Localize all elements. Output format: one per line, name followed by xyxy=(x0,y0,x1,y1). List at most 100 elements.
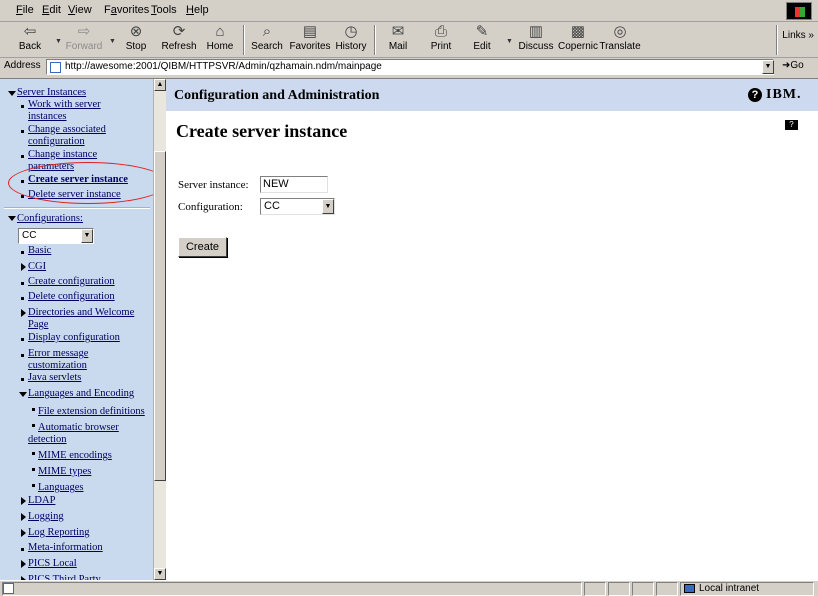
status-bar: Local intranet xyxy=(0,580,818,596)
nav-directories-welcome-2[interactable]: Page xyxy=(28,319,48,331)
nav-change-associated-config-2[interactable]: configuration xyxy=(28,136,85,148)
refresh-button[interactable]: ⟳ Refresh xyxy=(157,23,201,57)
nav-mime-types[interactable]: MIME types xyxy=(38,466,91,478)
nav-file-extension[interactable]: File extension definitions xyxy=(38,406,145,418)
server-instances-heading[interactable]: Server Instances xyxy=(17,87,86,99)
copernic-button[interactable]: ▩ Copernic xyxy=(556,23,600,57)
nav-delete-configuration[interactable]: Delete configuration xyxy=(28,291,115,303)
status-pane xyxy=(608,582,630,596)
nav-display-configuration[interactable]: Display configuration xyxy=(28,332,120,344)
scroll-up-icon[interactable]: ▲ xyxy=(154,79,166,91)
nav-meta-information[interactable]: Meta-information xyxy=(28,542,103,554)
home-button[interactable]: ⌂ Home xyxy=(198,23,242,57)
nav-languages-encoding[interactable]: Languages and Encoding xyxy=(28,388,134,400)
menu-tools[interactable]: Tools xyxy=(151,4,177,16)
bullet-icon xyxy=(21,378,24,381)
nav-mime-encodings[interactable]: MIME encodings xyxy=(38,450,112,462)
search-button[interactable]: ⌕ Search xyxy=(245,23,289,57)
edit-dropdown-icon[interactable]: ▼ xyxy=(506,38,513,45)
menu-file[interactable]: File xyxy=(16,4,34,16)
refresh-icon: ⟳ xyxy=(172,23,186,40)
nav-cgi[interactable]: CGI xyxy=(28,261,46,273)
server-instance-label: Server instance: xyxy=(178,179,249,191)
nav-automatic-browser-2[interactable]: detection xyxy=(28,434,66,446)
help-icon[interactable]: ? xyxy=(748,88,762,102)
expand-ldap-icon[interactable] xyxy=(21,497,26,505)
menu-favorites[interactable]: Favorites xyxy=(104,4,149,16)
menu-view[interactable]: View xyxy=(68,4,92,16)
edit-button[interactable]: ✎ Edit xyxy=(460,23,504,57)
printer-icon: ⎙ xyxy=(434,23,447,40)
go-button[interactable]: ➜Go xyxy=(782,60,804,71)
discuss-button[interactable]: ▥ Discuss xyxy=(514,23,558,57)
menu-help[interactable]: Help xyxy=(186,4,209,16)
bullet-icon xyxy=(21,195,24,198)
expand-directories-icon[interactable] xyxy=(21,309,26,317)
menu-edit[interactable]: Edit xyxy=(42,4,61,16)
sidebar-divider xyxy=(4,207,150,209)
favorites-button[interactable]: ▤ Favorites xyxy=(288,23,332,57)
address-input[interactable]: http://awesome:2001/QIBM/HTTPSVR/Admin/q… xyxy=(46,59,774,75)
nav-create-configuration[interactable]: Create configuration xyxy=(28,276,115,288)
print-button[interactable]: ⎙ Print xyxy=(419,23,463,57)
nav-languages[interactable]: Languages xyxy=(38,482,83,494)
header-title: Configuration and Administration xyxy=(174,88,380,103)
page-icon xyxy=(50,62,61,73)
create-button[interactable]: Create xyxy=(178,237,227,257)
nav-change-instance-parameters[interactable]: Change instance xyxy=(28,149,97,161)
nav-log-reporting[interactable]: Log Reporting xyxy=(28,527,90,539)
back-button[interactable]: ⇦ Back xyxy=(8,23,52,57)
server-instance-input[interactable]: NEW xyxy=(260,176,328,193)
bullet-icon xyxy=(32,452,35,455)
nav-create-server-instance[interactable]: Create server instance xyxy=(28,174,128,186)
configuration-label: Configuration: xyxy=(178,201,243,213)
history-button[interactable]: ◷ History xyxy=(329,23,373,57)
translate-button[interactable]: ◎ Translate xyxy=(598,23,642,57)
bullet-icon xyxy=(21,155,24,158)
forward-button[interactable]: ⇨ Forward xyxy=(62,23,106,57)
stop-button[interactable]: ⊗ Stop xyxy=(114,23,158,57)
configurations-heading[interactable]: Configurations: xyxy=(17,213,83,225)
nav-ldap[interactable]: LDAP xyxy=(28,495,55,507)
links-button[interactable]: Links » xyxy=(782,30,814,41)
back-dropdown-icon[interactable]: ▼ xyxy=(55,38,62,45)
expand-logging-icon[interactable] xyxy=(21,513,26,521)
nav-pics-local[interactable]: PICS Local xyxy=(28,558,77,570)
nav-java-servlets[interactable]: Java servlets xyxy=(28,372,81,384)
ibm-logo: IBM. xyxy=(766,87,802,102)
toolbar-separator xyxy=(776,25,778,55)
mail-icon: ✉ xyxy=(391,23,405,40)
field-help-icon[interactable]: ? xyxy=(785,120,798,130)
nav-change-instance-parameters-2[interactable]: parameters xyxy=(28,161,74,173)
nav-error-message[interactable]: Error message xyxy=(28,348,88,360)
nav-logging[interactable]: Logging xyxy=(28,511,64,523)
bullet-icon xyxy=(32,408,35,411)
sidebar-scrollbar[interactable]: ▲ ▼ xyxy=(153,79,166,581)
expand-cgi-icon[interactable] xyxy=(21,263,26,271)
expand-pics-local-icon[interactable] xyxy=(21,560,26,568)
configuration-select[interactable]: CC ▼ xyxy=(18,228,94,244)
expand-server-instances-icon[interactable] xyxy=(8,91,16,96)
scroll-thumb[interactable] xyxy=(154,151,166,481)
configuration-dropdown[interactable]: CC ▼ xyxy=(260,198,335,215)
status-pane xyxy=(656,582,678,596)
scroll-down-icon[interactable]: ▼ xyxy=(154,568,166,580)
nav-error-message-2[interactable]: customization xyxy=(28,360,87,372)
address-bar: Address http://awesome:2001/QIBM/HTTPSVR… xyxy=(0,58,818,76)
address-dropdown-icon[interactable]: ▼ xyxy=(762,60,774,74)
nav-directories-welcome[interactable]: Directories and Welcome xyxy=(28,307,134,319)
content-header: Configuration and Administration ? IBM. xyxy=(166,79,818,111)
nav-change-associated-config[interactable]: Change associated xyxy=(28,124,106,136)
expand-configurations-icon[interactable] xyxy=(8,216,16,221)
nav-basic[interactable]: Basic xyxy=(28,245,51,257)
mail-button[interactable]: ✉ Mail xyxy=(376,23,420,57)
translate-globe-icon: ◎ xyxy=(613,23,627,40)
nav-work-with-server-instances-2[interactable]: instances xyxy=(28,111,67,123)
nav-delete-server-instance[interactable]: Delete server instance xyxy=(28,189,121,201)
bullet-icon xyxy=(21,105,24,108)
expand-languages-icon[interactable] xyxy=(19,392,27,397)
expand-log-reporting-icon[interactable] xyxy=(21,529,26,537)
nav-work-with-server-instances[interactable]: Work with server xyxy=(28,99,101,111)
nav-automatic-browser[interactable]: Automatic browser xyxy=(38,422,119,434)
windows-logo-icon xyxy=(786,2,812,20)
